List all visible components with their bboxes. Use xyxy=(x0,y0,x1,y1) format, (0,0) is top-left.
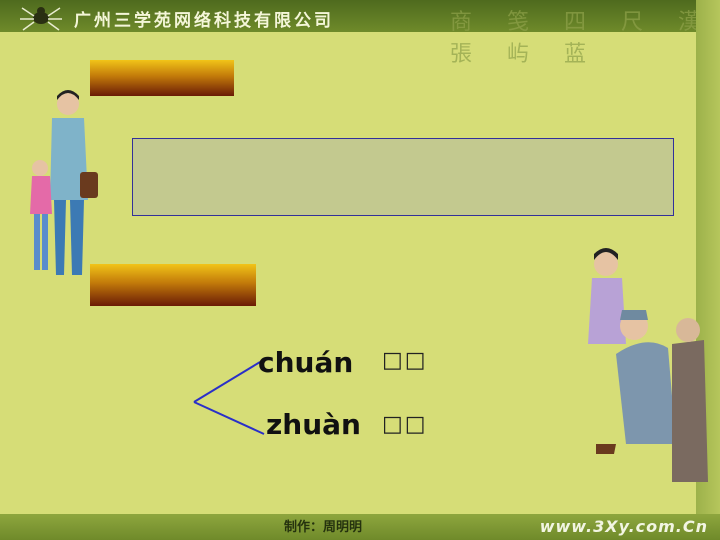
grandfather-girl-illustration xyxy=(588,248,708,482)
mother-child-illustration xyxy=(30,90,98,275)
text-box xyxy=(132,138,674,216)
title-bar-2 xyxy=(90,264,256,306)
site-url: www.3Xy.com.Cn xyxy=(539,517,708,536)
pinyin-zhuan: zhuàn xyxy=(266,408,361,441)
author-credit: 制作：周明明 xyxy=(284,520,363,535)
spider-logo-icon xyxy=(20,7,62,31)
decorative-calligraphy: 商 笺 四 尺 漢 張 屿 蓝 xyxy=(450,10,714,67)
pinyin-chuan: chuán xyxy=(258,346,354,379)
title-bar-1 xyxy=(90,60,234,96)
chars-chuan: □□ xyxy=(382,348,428,373)
chars-zhuan: □□ xyxy=(382,412,428,437)
company-name: 广州三学苑网络科技有限公司 xyxy=(74,11,334,31)
